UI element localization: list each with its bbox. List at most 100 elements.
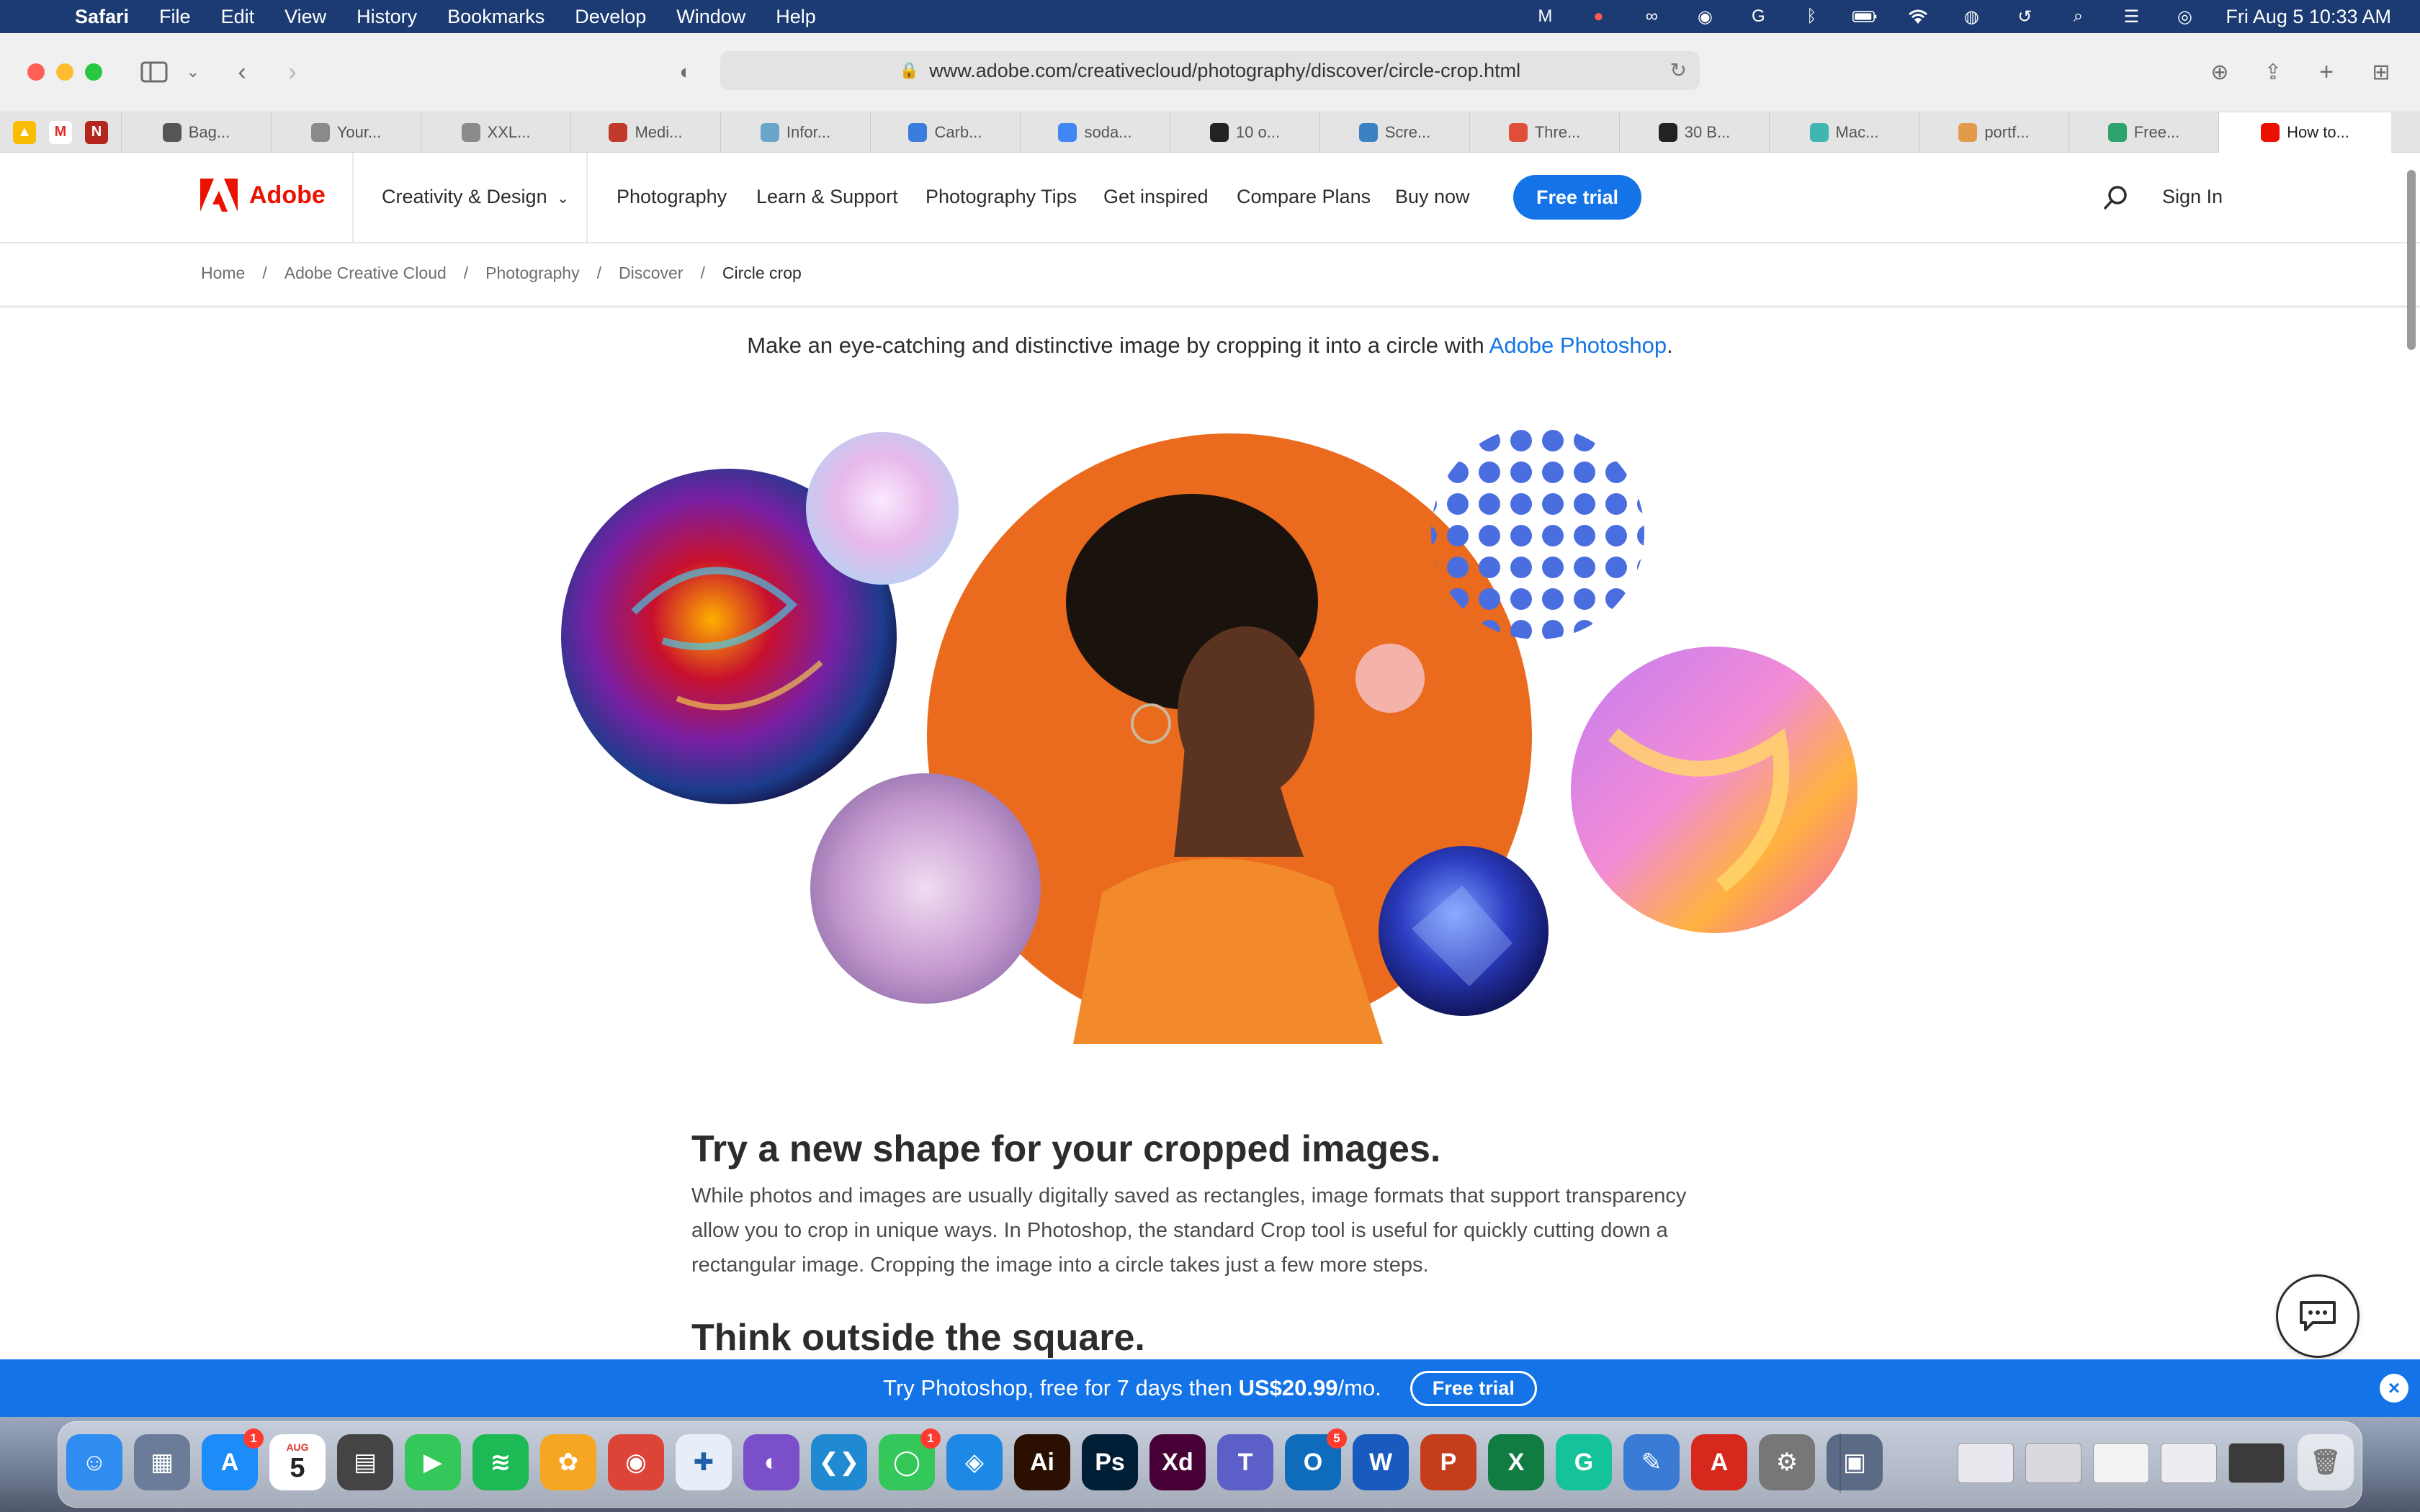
- sign-in-link[interactable]: Sign In: [2162, 186, 2223, 208]
- grammarly-status-icon[interactable]: G: [1746, 6, 1770, 26]
- calendar-icon[interactable]: AUG 5: [269, 1434, 326, 1490]
- mailmate-icon[interactable]: M: [1533, 6, 1557, 26]
- screen-record-icon[interactable]: ●: [1586, 6, 1610, 26]
- browser-tab[interactable]: Free...: [2069, 112, 2218, 153]
- user-icon[interactable]: ◍: [1959, 7, 1984, 27]
- downloads-icon[interactable]: ⊕: [2204, 58, 2236, 86]
- creative-cloud-icon[interactable]: ∞: [1639, 6, 1664, 26]
- tableau-icon[interactable]: ✚: [676, 1434, 732, 1490]
- wifi-icon[interactable]: [1906, 7, 1930, 26]
- spotify-icon[interactable]: ≋: [472, 1434, 529, 1490]
- recent-ai-thumbnail[interactable]: [2228, 1443, 2285, 1483]
- menubar-clock[interactable]: Fri Aug 5 10:33 AM: [2226, 6, 2391, 28]
- outlook-icon[interactable]: O5: [1285, 1428, 1347, 1490]
- messages-icon[interactable]: ◯ 1: [879, 1428, 941, 1490]
- search-icon[interactable]: [2102, 184, 2129, 212]
- share-icon[interactable]: ⇪: [2257, 58, 2289, 86]
- new-tab-plus-icon[interactable]: +: [2311, 58, 2342, 86]
- menu-history[interactable]: History: [357, 6, 417, 28]
- gmail-icon[interactable]: M: [49, 120, 72, 144]
- nav-buy-now[interactable]: Buy now: [1395, 186, 1470, 208]
- promo-free-trial-button[interactable]: Free trial: [1410, 1370, 1537, 1406]
- reload-icon[interactable]: ↻: [1670, 58, 1687, 82]
- nav-photography-tips[interactable]: Photography Tips: [926, 186, 1077, 208]
- photoshop-icon[interactable]: Ps: [1082, 1434, 1138, 1490]
- privacy-shield-icon[interactable]: ◐: [670, 58, 702, 86]
- preview-icon[interactable]: ▣: [1827, 1434, 1883, 1490]
- menu-develop[interactable]: Develop: [575, 6, 646, 28]
- acrobat-icon[interactable]: A: [1691, 1434, 1747, 1490]
- chat-button[interactable]: [2276, 1274, 2360, 1358]
- grammarly-icon[interactable]: G: [1556, 1434, 1612, 1490]
- vscode-icon[interactable]: ❮❯: [811, 1434, 867, 1490]
- menu-view[interactable]: View: [284, 6, 326, 28]
- trash-icon[interactable]: 🗑: [2298, 1434, 2354, 1490]
- free-trial-button[interactable]: Free trial: [1513, 175, 1641, 220]
- close-icon[interactable]: ×: [2380, 1374, 2408, 1403]
- excel-icon[interactable]: X: [1488, 1434, 1544, 1490]
- minimize-window-button[interactable]: [56, 63, 73, 81]
- powerpoint-icon[interactable]: P: [1420, 1434, 1476, 1490]
- chevron-down-icon[interactable]: ⌄: [177, 58, 209, 86]
- menu-bookmarks[interactable]: Bookmarks: [447, 6, 544, 28]
- browser-tab[interactable]: 30 B...: [1619, 112, 1769, 153]
- recent-xd-3-thumbnail[interactable]: [2161, 1443, 2217, 1483]
- browser-tab[interactable]: soda...: [1020, 112, 1170, 153]
- tab-overview-icon[interactable]: ⊞: [2365, 58, 2397, 86]
- creativity-design-menu[interactable]: Creativity & Design ⌄: [382, 186, 569, 208]
- browser-tab[interactable]: How to...: [2218, 112, 2391, 153]
- launchpad-icon[interactable]: ▦: [134, 1434, 190, 1490]
- teams-icon[interactable]: T: [1217, 1434, 1273, 1490]
- back-arrow-icon[interactable]: ‹: [226, 58, 258, 86]
- facetime-icon[interactable]: ▶: [405, 1434, 461, 1490]
- breadcrumb-creative-cloud[interactable]: Adobe Creative Cloud: [284, 264, 447, 283]
- nav-learn-support[interactable]: Learn & Support: [756, 186, 898, 208]
- menu-help[interactable]: Help: [776, 6, 816, 28]
- browser-tab[interactable]: Infor...: [720, 112, 870, 153]
- illustrator-icon[interactable]: Ai: [1014, 1434, 1070, 1490]
- breadcrumb-photography[interactable]: Photography: [485, 264, 579, 283]
- breadcrumb-discover[interactable]: Discover: [619, 264, 683, 283]
- close-window-button[interactable]: [27, 63, 45, 81]
- sidebar-toggle-icon[interactable]: [138, 58, 170, 86]
- system-preferences-icon[interactable]: ⚙: [1759, 1434, 1815, 1490]
- menu-window[interactable]: Window: [676, 6, 745, 28]
- browser-tab[interactable]: Bag...: [121, 112, 271, 153]
- nav-compare-plans[interactable]: Compare Plans: [1237, 186, 1371, 208]
- adobe-logo[interactable]: Adobe: [200, 179, 326, 212]
- pinned-site-icon[interactable]: N: [85, 120, 108, 144]
- zoom-window-button[interactable]: [85, 63, 102, 81]
- menu-edit[interactable]: Edit: [221, 6, 255, 28]
- menu-app-safari[interactable]: Safari: [75, 6, 129, 28]
- recent-xd-2-thumbnail[interactable]: [2025, 1443, 2081, 1483]
- forward-arrow-icon[interactable]: ›: [277, 58, 308, 86]
- bluetooth-icon[interactable]: ᛒ: [1799, 6, 1824, 26]
- recent-chrome-thumbnail[interactable]: [2093, 1443, 2149, 1483]
- xd-icon[interactable]: Xd: [1150, 1434, 1206, 1490]
- vpn-icon[interactable]: ◉: [1693, 7, 1717, 27]
- browser-tab[interactable]: Medi...: [570, 112, 720, 153]
- recent-xd-1-thumbnail[interactable]: [1958, 1443, 2014, 1483]
- breadcrumb-home[interactable]: Home: [201, 264, 245, 283]
- adobe-photoshop-link[interactable]: Adobe Photoshop: [1489, 333, 1667, 358]
- time-machine-icon[interactable]: ↺: [2012, 7, 2037, 27]
- sketch-pencil-icon[interactable]: ✎: [1623, 1434, 1680, 1490]
- browser-tab[interactable]: 10 o...: [1170, 112, 1319, 153]
- nav-get-inspired[interactable]: Get inspired: [1103, 186, 1209, 208]
- google-drive-icon[interactable]: ▲: [13, 120, 36, 144]
- menu-file[interactable]: File: [159, 6, 191, 28]
- calculator-icon[interactable]: ▤: [337, 1434, 393, 1490]
- browser-tab[interactable]: Carb...: [870, 112, 1020, 153]
- browser-tab[interactable]: portf...: [1919, 112, 2069, 153]
- app-store-icon[interactable]: A1: [202, 1428, 264, 1490]
- control-center-icon[interactable]: ☰: [2119, 7, 2143, 27]
- siri-icon[interactable]: ◎: [2172, 7, 2197, 27]
- chrome-icon[interactable]: ◉: [608, 1434, 664, 1490]
- browser-tab[interactable]: Thre...: [1469, 112, 1619, 153]
- battery-icon[interactable]: [1852, 7, 1877, 26]
- browser-tab[interactable]: XXL...: [421, 112, 570, 153]
- nav-photography[interactable]: Photography: [617, 186, 727, 208]
- github-icon[interactable]: ◐: [743, 1434, 799, 1490]
- browser-tab[interactable]: Scre...: [1319, 112, 1469, 153]
- photos-icon[interactable]: ✿: [540, 1434, 596, 1490]
